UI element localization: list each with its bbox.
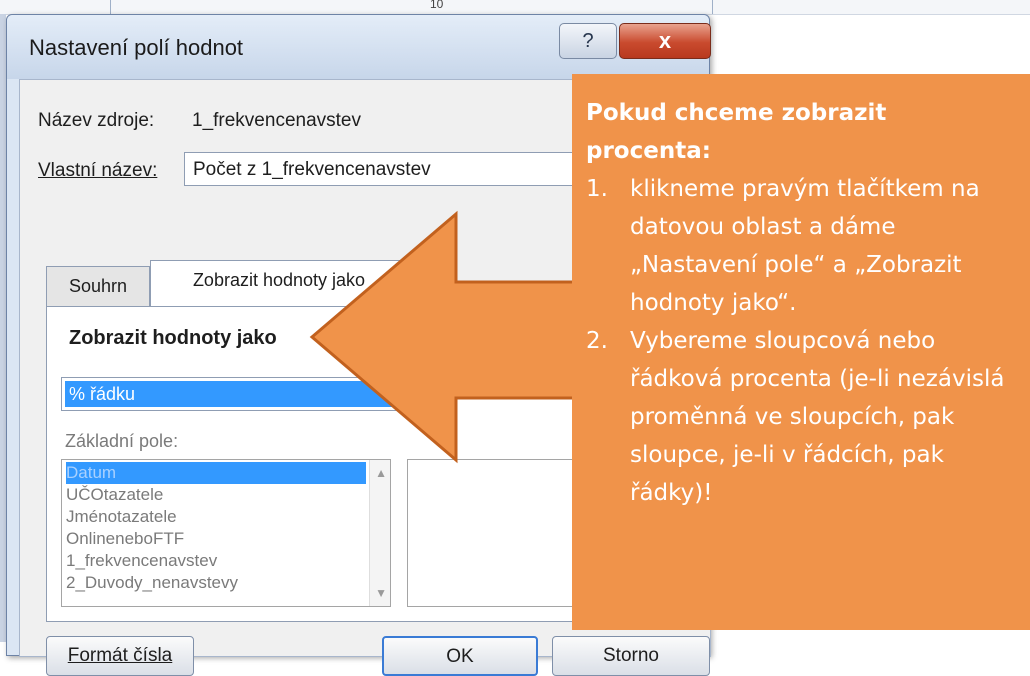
number-format-button[interactable]: Formát čísla [46, 636, 194, 676]
ok-button[interactable]: OK [382, 636, 538, 676]
callout-item-number: 1. [586, 176, 608, 202]
callout-item-text: Vybereme sloupcová nebo řádková procenta… [630, 328, 1005, 506]
callout-item: 1. klikneme pravým tlačítkem na datovou … [586, 170, 1008, 322]
callout-item-number: 2. [586, 328, 608, 354]
arrow-shape [309, 210, 580, 464]
callout-list: 1. klikneme pravým tlačítkem na datovou … [586, 170, 1008, 512]
cancel-label: Storno [603, 645, 659, 666]
cancel-button[interactable]: Storno [552, 636, 710, 676]
instruction-callout: Pokud chceme zobrazit procenta: 1. klikn… [572, 74, 1030, 630]
callout-item-text: klikneme pravým tlačítkem na datovou obl… [630, 176, 980, 316]
number-format-label: Formát čísla [67, 645, 173, 666]
callout-item: 2. Vybereme sloupcová nebo řádková proce… [586, 322, 1008, 512]
ok-label: OK [446, 646, 474, 667]
callout-title: Pokud chceme zobrazit procenta: [586, 100, 887, 164]
